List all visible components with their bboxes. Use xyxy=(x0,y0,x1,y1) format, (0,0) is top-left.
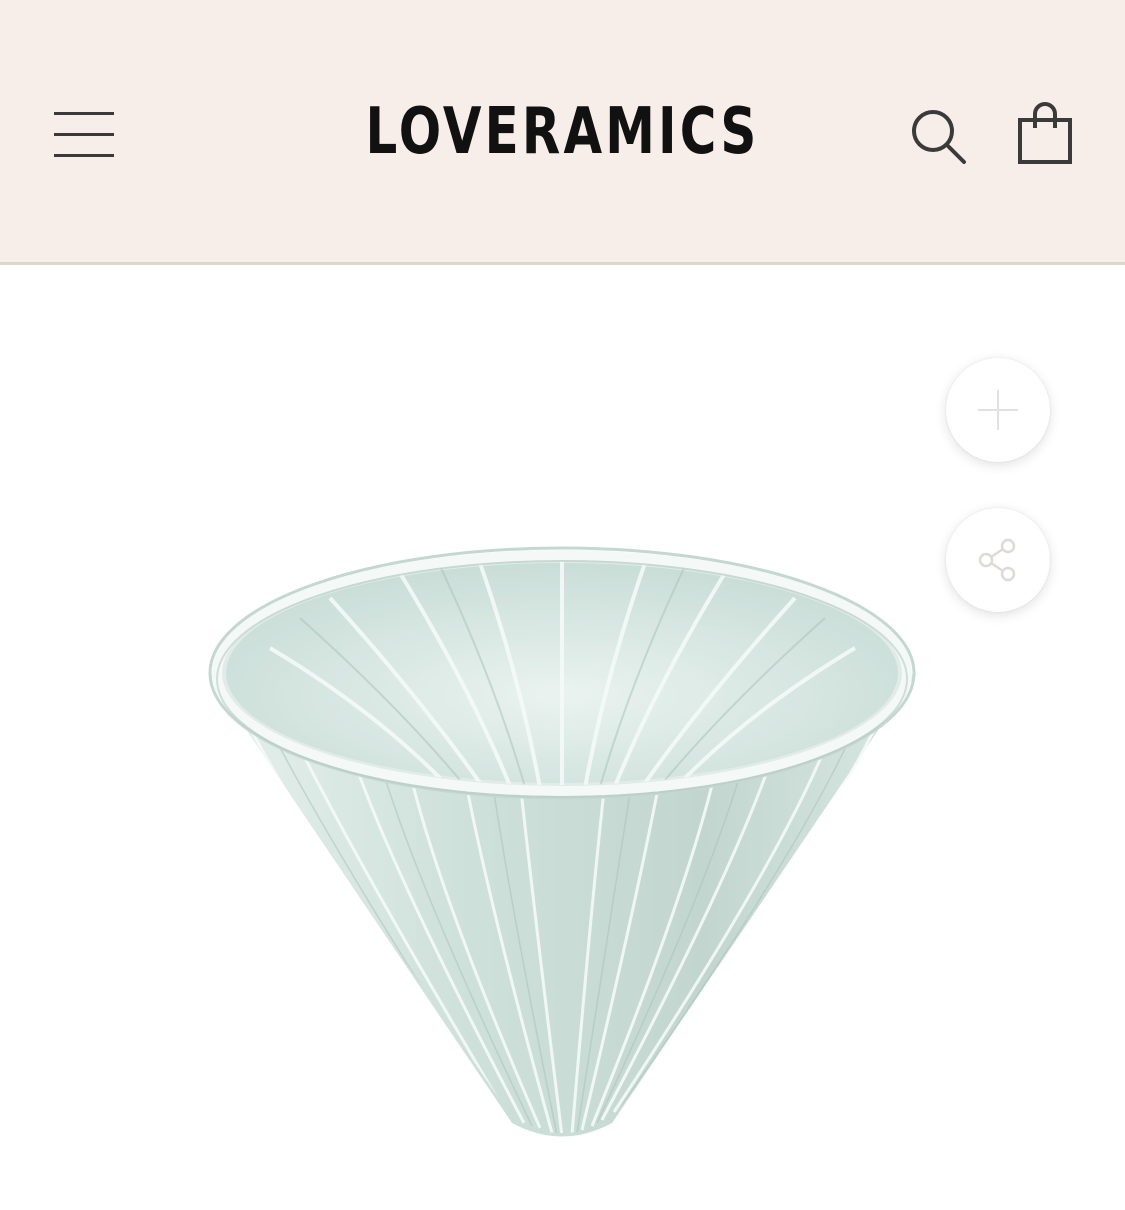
plus-icon xyxy=(978,390,1018,430)
cart-button[interactable] xyxy=(1016,100,1074,166)
product-gallery xyxy=(0,268,1125,1210)
brand-logo[interactable]: LOVERAMICS xyxy=(358,92,768,172)
search-button[interactable] xyxy=(908,106,970,168)
shopping-bag-icon xyxy=(1018,102,1072,164)
menu-button[interactable] xyxy=(54,112,114,158)
share-button[interactable] xyxy=(946,508,1050,612)
pour-over-dripper-image[interactable] xyxy=(190,538,935,1148)
site-header: LOVERAMICS xyxy=(0,0,1125,265)
search-icon xyxy=(912,110,966,164)
zoom-button[interactable] xyxy=(946,358,1050,462)
share-icon xyxy=(978,538,1016,582)
